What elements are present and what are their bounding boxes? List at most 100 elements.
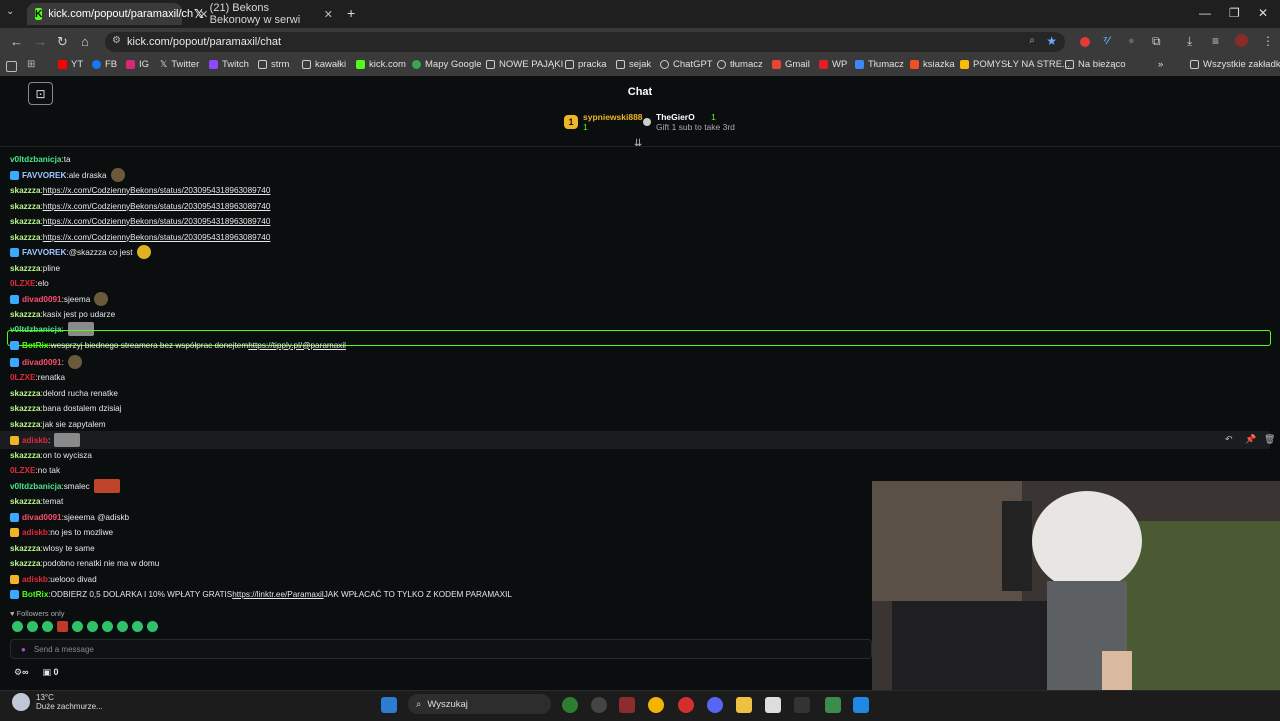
taskbar-search[interactable]: ⌕ Wyszukaj [408,694,551,714]
extensions-puzzle-icon[interactable]: ⧉ [1152,34,1161,49]
new-tab-button[interactable]: + [347,5,355,21]
tab-groups-icon[interactable] [6,61,17,72]
chat-username[interactable]: skazzza [10,544,41,553]
emote-icon[interactable] [12,621,23,632]
chat-username[interactable]: skazzza [10,217,41,226]
record-extension-icon[interactable] [1080,37,1090,47]
forward-icon[interactable]: → [34,34,47,49]
chat-username[interactable]: divad0091 [22,358,62,367]
delete-icon[interactable]: 🗑 [1264,434,1275,445]
terminal-icon[interactable] [794,697,810,713]
chat-username[interactable]: 0LZXE [10,466,35,475]
tab-twitter[interactable]: 𝕏 (21) Bekons Bekonowy w serwi ✕ [186,2,341,26]
chat-username[interactable]: v0ltdzbanicja [10,482,61,491]
media-icon[interactable]: ≡ [1212,34,1219,48]
bookmark-pracka[interactable]: pracka [565,59,607,70]
chat-username[interactable]: skazzza [10,310,41,319]
menu-icon[interactable]: ⋮ [1262,34,1274,48]
chat-username[interactable]: BotRix [22,590,48,599]
bookmarks-overflow-button[interactable]: » [1158,59,1163,70]
reply-icon[interactable]: ↶ [1225,434,1233,445]
chat-username[interactable]: FAVVOREK [22,171,66,180]
emote-icon[interactable] [102,621,113,632]
profile-avatar[interactable] [1235,34,1248,47]
address-bar[interactable]: ⚙ kick.com/popout/paramaxil/chat ⌕ ★ [105,32,1065,52]
emote-icon[interactable] [27,621,38,632]
chat-username[interactable]: skazzza [10,233,41,242]
minimize-icon[interactable]: — [1199,6,1211,20]
chat-username[interactable]: 0LZXE [10,373,35,382]
chat-username[interactable]: skazzza [10,404,41,413]
bookmark-kick[interactable]: kick.com [356,59,406,70]
chat-username[interactable]: adiskb [22,575,48,584]
mic-icon[interactable]: ● [21,645,26,654]
chat-username[interactable]: BotRix [22,341,48,350]
chat-username[interactable]: skazzza [10,497,41,506]
emote-icon[interactable] [42,621,53,632]
bookmark-chatgpt[interactable]: ChatGPT [660,59,713,70]
pin-collapse-icon[interactable]: ⇊ [634,138,642,149]
chat-username[interactable]: FAVVOREK [22,248,66,257]
app-icon[interactable] [765,697,781,713]
chat-username[interactable]: skazzza [10,451,41,460]
back-icon[interactable]: ← [10,34,23,49]
bookmark-wp[interactable]: WP [819,59,847,70]
bookmark-pomysly[interactable]: POMYSŁY NA STRE... [960,59,1070,70]
bookmark-strm[interactable]: strm [258,59,289,70]
tab-kick-chat[interactable]: K kick.com/popout/paramaxil/ch ✕ [27,3,208,25]
chat-username[interactable]: adiskb [22,528,48,537]
emote-icon[interactable] [87,621,98,632]
chat-username[interactable]: skazzza [10,559,41,568]
apps-grid-icon[interactable]: ⊞ [27,59,35,70]
bookmark-twitch[interactable]: Twitch [209,59,249,70]
app-icon[interactable] [619,697,635,713]
restore-icon[interactable]: ❐ [1229,6,1240,20]
extension-disabled-icon[interactable]: ● [1128,35,1135,47]
settings-icon[interactable]: ⚙∞ [14,667,28,678]
bookmark-ksiazka[interactable]: ksiazka [910,59,955,70]
notepad-icon[interactable] [853,697,869,713]
zoom-icon[interactable]: ⌕ [1029,35,1035,46]
opera-icon[interactable] [678,697,694,713]
bookmark-tlumacz[interactable]: tłumacz [717,59,763,70]
app-icon[interactable] [562,697,578,713]
close-window-icon[interactable]: ✕ [1258,6,1268,20]
points-display[interactable]: ▣ 0 [42,667,58,678]
bookmark-kawalki[interactable]: kawałki [302,59,346,70]
chat-username[interactable]: v0ltdzbanicja [10,155,61,164]
weather-widget[interactable]: 13°C Duże zachmurze... [12,693,103,711]
emote-icon[interactable] [147,621,158,632]
bookmark-star-icon[interactable]: ★ [1046,34,1057,48]
leaderboard-second[interactable]: TheGierO 1 Gift 1 sub to take 3rd [643,112,735,132]
bookmark-tlumacz-2[interactable]: Tłumacz [855,59,904,70]
file-explorer-icon[interactable] [736,697,752,713]
app-icon[interactable] [591,697,607,713]
chrome-icon[interactable] [648,697,664,713]
bookmark-fb[interactable]: FB [92,59,117,70]
close-tab-icon[interactable]: ✕ [324,8,333,21]
tab-search-icon[interactable]: ⌄ [6,6,14,17]
emote-icon[interactable] [132,621,143,632]
chat-link[interactable]: https://x.com/CodziennyBekons/status/203… [43,202,271,211]
chat-username[interactable]: skazzza [10,389,41,398]
app-icon[interactable] [825,697,841,713]
chat-username[interactable]: skazzza [10,264,41,273]
chat-link[interactable]: https://x.com/CodziennyBekons/status/203… [43,233,271,242]
leaderboard-first[interactable]: 1 sypniewski888 1 [564,112,643,132]
start-icon[interactable] [381,697,397,713]
bookmark-gmail[interactable]: Gmail [772,59,810,70]
download-icon[interactable]: ⤓ [1187,34,1192,49]
discord-icon[interactable] [707,697,723,713]
chat-link[interactable]: https://linktr.ee/Paramaxil [232,590,323,599]
chat-link[interactable]: https://tipply.pl/@paramaxil [248,341,346,350]
chat-username[interactable]: 0LZXE [10,279,35,288]
emote-icon[interactable] [72,621,83,632]
chat-username[interactable]: skazzza [10,186,41,195]
send-message-input[interactable]: ● Send a message [10,639,872,659]
chat-username[interactable]: skazzza [10,202,41,211]
bookmark-maps[interactable]: Mapy Google [412,59,482,70]
reload-icon[interactable]: ↻ [57,34,68,50]
chat-username[interactable]: divad0091 [22,513,62,522]
extension-icon[interactable]: ⁷⁄ [1103,35,1109,47]
bookmark-twitter[interactable]: 𝕏 Twitter [160,59,199,70]
